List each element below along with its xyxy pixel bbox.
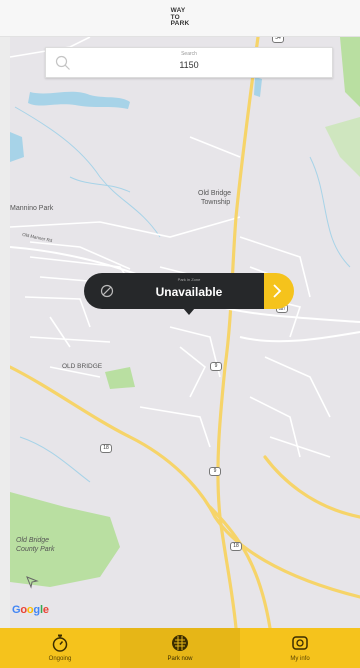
map-label-county-park: County Park bbox=[16, 546, 55, 553]
stream bbox=[69, 176, 131, 193]
road-shield: 9 bbox=[209, 467, 221, 476]
map-label-township: Township bbox=[201, 199, 231, 206]
search-box[interactable]: Search 1150 bbox=[45, 47, 333, 78]
park-now-icon bbox=[172, 635, 188, 651]
stopwatch-icon bbox=[52, 634, 68, 652]
map-canvas bbox=[10, 37, 360, 628]
map-label-township: Old Bridge bbox=[198, 190, 232, 197]
nav-item-my-info[interactable]: My info bbox=[240, 628, 360, 668]
road-shield: 18 bbox=[230, 542, 242, 551]
water-body bbox=[254, 77, 262, 97]
road-shield: 18 bbox=[100, 444, 112, 453]
stream bbox=[14, 106, 161, 238]
map-view[interactable]: Old Bridge Township Mannino Park OLD BRI… bbox=[10, 37, 360, 628]
logo-line: PARK bbox=[170, 20, 190, 28]
water-body bbox=[10, 132, 24, 162]
stream bbox=[19, 436, 91, 483]
nav-label: My info bbox=[290, 656, 310, 662]
app-header: WAY TO PARK bbox=[0, 0, 360, 37]
nav-label: Park now bbox=[167, 656, 193, 662]
map-label-county-park: Old Bridge bbox=[16, 537, 50, 544]
chevron-right-icon[interactable] bbox=[270, 283, 284, 299]
park-area bbox=[325, 117, 360, 177]
zone-status-pill[interactable]: Park in Zone Unavailable bbox=[84, 273, 294, 315]
google-logo: Google bbox=[12, 604, 49, 616]
my-location-icon[interactable] bbox=[25, 575, 39, 589]
nav-item-park-now[interactable]: Park now bbox=[120, 628, 240, 668]
park-area bbox=[340, 37, 360, 107]
map-label-manning-park: Mannino Park bbox=[10, 205, 54, 212]
way-to-park-logo: WAY TO PARK bbox=[171, 8, 190, 28]
blocked-icon bbox=[100, 284, 114, 298]
water-body bbox=[28, 91, 130, 109]
zone-status-text: Unavailable bbox=[155, 285, 223, 299]
map-label-old-bridge: OLD BRIDGE bbox=[62, 363, 103, 370]
search-label: Search bbox=[181, 51, 197, 57]
road-shield: 34 bbox=[272, 37, 284, 43]
bottom-nav: Ongoing Park now My info bbox=[0, 628, 360, 668]
search-input[interactable]: 1150 bbox=[46, 60, 332, 70]
stream bbox=[309, 156, 351, 268]
road-shield: 9 bbox=[210, 362, 222, 371]
pill-pointer bbox=[183, 308, 195, 315]
park-area bbox=[105, 367, 135, 389]
nav-label: Ongoing bbox=[48, 656, 72, 662]
nav-item-ongoing[interactable]: Ongoing bbox=[0, 628, 120, 668]
zone-caption: Park in Zone bbox=[177, 277, 201, 282]
wallet-icon bbox=[292, 636, 308, 650]
